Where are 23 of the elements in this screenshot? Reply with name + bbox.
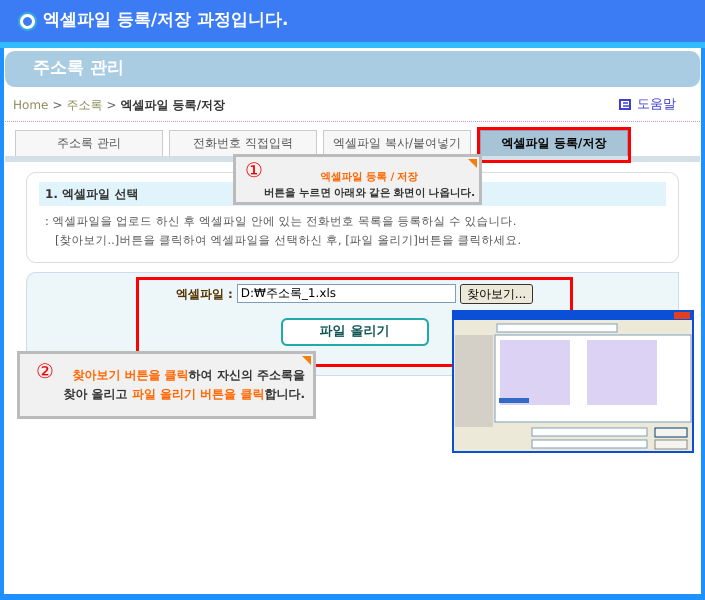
tab[interactable]: 엑셀파일 복사/붙여넣기 (323, 130, 471, 156)
callout-text: 찾아보기 버튼을 클릭하여 자신의 주소록을 찾아 올리고 파일 올리기 버튼을 클릭합니다. (64, 367, 305, 403)
tab[interactable]: 주소록 관리 (15, 130, 163, 156)
breadcrumb-current: 엑셀파일 등록/저장 (120, 96, 226, 114)
instruction-text: [찾아보기..]버튼을 클릭하여 엑셀파일을 선택하신 후, [파일 올리기]버튼을 클릭하세요. (54, 232, 522, 248)
breadcrumb-separator: > (106, 96, 117, 114)
instruction-text: : 엑셀파일을 업로드 하신 후 엑셀파일 안에 있는 전화번호 목록을 등록하실 수 있습니다. (45, 212, 518, 230)
corner-marker-icon (302, 356, 311, 365)
book-icon (619, 99, 633, 110)
page-title: 엑셀파일 등록/저장 과정입니다. (43, 9, 289, 32)
section-title: 주소록 관리 (33, 57, 124, 80)
help-link[interactable]: 도움말 (619, 95, 676, 114)
tab[interactable]: 전화번호 직접입력 (169, 130, 317, 156)
file-path-field[interactable]: D:₩주소록_1.xls (236, 284, 456, 303)
file-label: 엑셀파일 : (176, 286, 233, 302)
step-number: ② (36, 361, 54, 381)
step-number: ① (245, 160, 263, 180)
breadcrumb-separator: > (52, 96, 62, 114)
tab[interactable]: 엑셀파일 등록/저장 (480, 130, 628, 156)
bullet-icon (20, 14, 35, 28)
browse-button[interactable]: 찾아보기... (460, 284, 534, 304)
corner-marker-icon (468, 159, 477, 168)
upload-button[interactable]: 파일 올리기 (280, 318, 428, 346)
